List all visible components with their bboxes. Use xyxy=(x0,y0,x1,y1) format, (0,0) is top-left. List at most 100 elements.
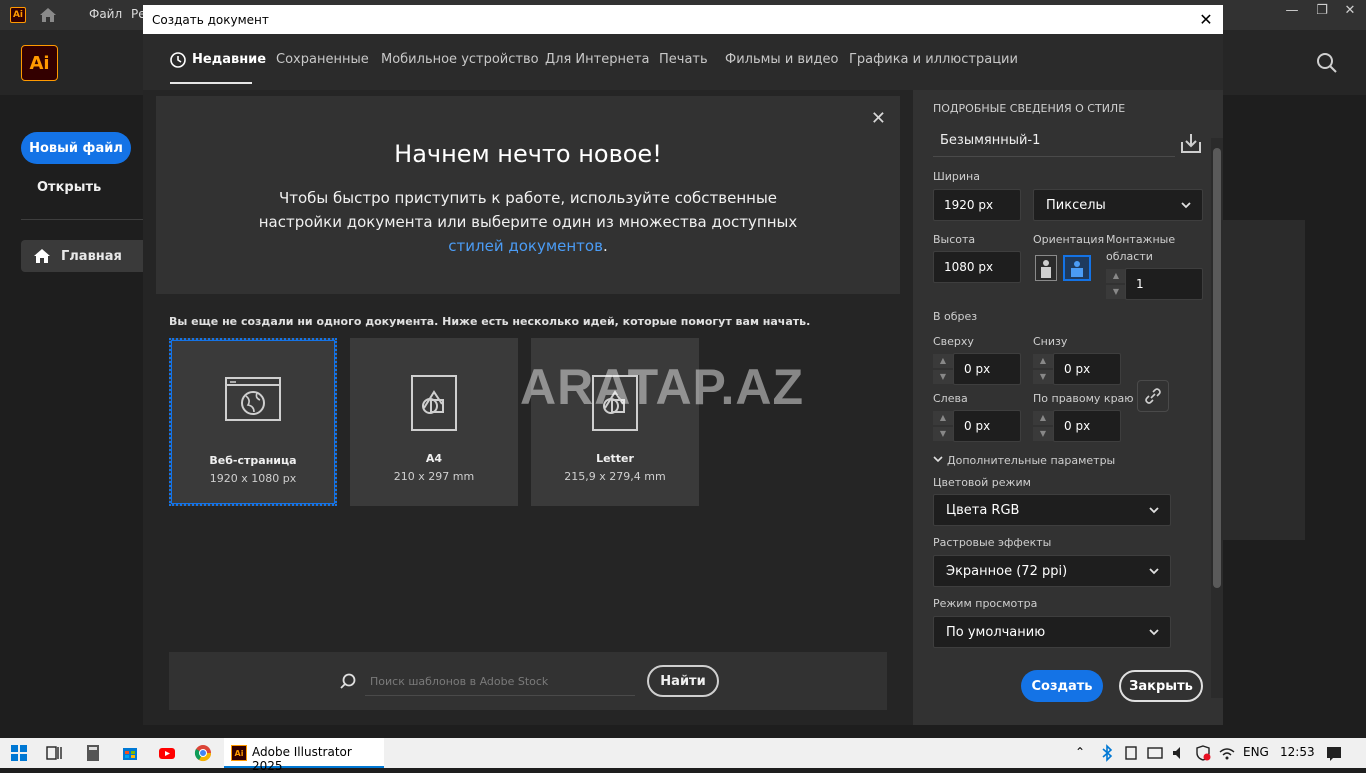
create-button[interactable]: Создать xyxy=(1021,670,1103,702)
task-view-icon[interactable] xyxy=(45,744,63,762)
artboards-input[interactable]: 1 xyxy=(1125,268,1203,300)
bleed-left-input[interactable]: 0 px xyxy=(953,410,1021,442)
artboards-label: области xyxy=(1106,250,1153,263)
chevron-down-icon xyxy=(1181,202,1191,209)
stock-search-input[interactable]: Поиск шаблонов в Adobe Stock xyxy=(365,666,635,696)
tab-art-illustration[interactable]: Графика и иллюстрации xyxy=(849,52,1018,67)
bleed-left-label: Слева xyxy=(933,392,968,405)
open-button[interactable]: Открыть xyxy=(37,180,101,195)
illustrator-logo-small: Ai xyxy=(10,7,26,23)
document-styles-link[interactable]: стилей документов xyxy=(448,237,603,255)
clock[interactable]: 12:53 xyxy=(1280,745,1315,759)
sidebar-item-home[interactable]: Главная xyxy=(21,240,143,272)
chevron-down-icon xyxy=(1149,568,1159,575)
new-file-button[interactable]: Новый файл xyxy=(21,132,131,164)
banner-text: Чтобы быстро приступить к работе, исполь… xyxy=(258,189,798,255)
ideas-text: Вы еще не создали ни одного документа. Н… xyxy=(169,315,811,328)
language-indicator[interactable]: ENG xyxy=(1243,745,1269,759)
artboards-label: Монтажные xyxy=(1106,233,1176,246)
volume-icon[interactable] xyxy=(1170,744,1188,762)
chrome-icon[interactable] xyxy=(194,744,212,762)
stock-search-bar: Поиск шаблонов в Adobe Stock Найти xyxy=(169,652,887,710)
close-banner-icon[interactable]: ✕ xyxy=(871,108,886,129)
color-mode-select[interactable]: Цвета RGB xyxy=(933,494,1171,526)
home-icon[interactable] xyxy=(38,6,58,24)
scrollbar-thumb[interactable] xyxy=(1213,148,1221,588)
dialog-title: Создать документ xyxy=(152,13,269,27)
preview-mode-select[interactable]: По умолчанию xyxy=(933,616,1171,648)
bleed-bottom-input[interactable]: 0 px xyxy=(1053,353,1121,385)
tab-mobile[interactable]: Мобильное устройство xyxy=(381,52,539,67)
bleed-top-label: Сверху xyxy=(933,335,974,348)
preset-name: Веб-страница xyxy=(209,454,297,467)
tab-print[interactable]: Печать xyxy=(659,52,708,67)
landscape-orientation-button[interactable] xyxy=(1063,255,1091,281)
store-icon[interactable] xyxy=(121,744,139,762)
minimize-icon[interactable]: — xyxy=(1280,3,1304,23)
search-icon[interactable] xyxy=(1316,52,1338,74)
active-tab-indicator xyxy=(170,82,252,84)
units-select[interactable]: Пикселы xyxy=(1033,189,1203,221)
width-input[interactable]: 1920 px xyxy=(933,189,1021,221)
sidebar-divider xyxy=(21,219,143,220)
link-bleed-button[interactable] xyxy=(1137,380,1169,412)
usb-icon[interactable] xyxy=(1122,744,1140,762)
security-icon[interactable] xyxy=(1194,744,1212,762)
bleed-right-input[interactable]: 0 px xyxy=(1053,410,1121,442)
restore-icon[interactable]: ❐ xyxy=(1310,3,1334,23)
details-header: ПОДРОБНЫЕ СВЕДЕНИЯ О СТИЛЕ xyxy=(933,102,1126,115)
preset-name: Letter xyxy=(596,452,634,465)
tab-film-video[interactable]: Фильмы и видео xyxy=(725,52,838,67)
windows-taskbar: Ai Adobe Illustrator 2025 ⌃ ENG 12:53 xyxy=(0,738,1366,773)
calculator-icon[interactable] xyxy=(84,744,102,762)
watermark: ARATAP.AZ xyxy=(520,359,804,415)
advanced-options-toggle[interactable]: Дополнительные параметры xyxy=(933,454,1115,467)
bleed-top-stepper[interactable]: ▲ ▼ xyxy=(933,354,953,384)
bleed-right-stepper[interactable]: ▲ ▼ xyxy=(1033,411,1053,441)
web-page-icon xyxy=(225,377,281,421)
tray-chevron-icon[interactable]: ⌃ xyxy=(1075,745,1085,759)
tab-saved[interactable]: Сохраненные xyxy=(276,52,369,67)
wifi-icon[interactable] xyxy=(1218,744,1236,762)
bleed-bottom-label: Снизу xyxy=(1033,335,1068,348)
windows-start-icon[interactable] xyxy=(10,744,28,762)
close-icon[interactable]: ✕ xyxy=(1195,9,1217,31)
search-icon xyxy=(340,673,356,689)
save-preset-icon[interactable] xyxy=(1180,132,1202,154)
preset-name: A4 xyxy=(425,452,443,465)
document-name-input[interactable]: Безымянный-1 xyxy=(933,127,1175,157)
close-button[interactable]: Закрыть xyxy=(1119,670,1203,702)
bleed-bottom-stepper[interactable]: ▲ ▼ xyxy=(1033,354,1053,384)
notifications-icon[interactable] xyxy=(1325,744,1343,762)
input-method-icon[interactable] xyxy=(1146,744,1164,762)
preset-size: 210 x 297 mm xyxy=(393,470,475,483)
welcome-banner: ✕ Начнем нечто новое! Чтобы быстро прист… xyxy=(156,96,900,294)
banner-title: Начнем нечто новое! xyxy=(394,140,662,168)
taskbar-illustrator[interactable]: Ai Adobe Illustrator 2025 xyxy=(224,738,384,773)
bluetooth-icon[interactable] xyxy=(1098,744,1116,762)
portrait-orientation-button[interactable] xyxy=(1035,255,1057,281)
bleed-right-label: По правому краю xyxy=(1033,392,1134,405)
orientation-label: Ориентация xyxy=(1033,233,1105,246)
close-window-icon[interactable]: ✕ xyxy=(1338,3,1362,23)
preset-card-web[interactable]: Веб-страница 1920 x 1080 px xyxy=(169,338,337,506)
new-document-dialog: Создать документ ✕ Недавние Сохраненные … xyxy=(143,5,1223,725)
artboards-stepper[interactable]: ▲ ▼ xyxy=(1106,269,1126,299)
bleed-left-stepper[interactable]: ▲ ▼ xyxy=(933,411,953,441)
youtube-icon[interactable] xyxy=(158,744,176,762)
clock-icon xyxy=(170,52,186,68)
dialog-titlebar: Создать документ ✕ xyxy=(143,5,1223,34)
chevron-down-icon xyxy=(1149,507,1159,514)
tab-recent[interactable]: Недавние xyxy=(192,52,266,67)
sidebar-item-label: Главная xyxy=(61,248,122,264)
color-mode-label: Цветовой режим xyxy=(933,476,1031,489)
preset-tabs: Недавние Сохраненные Мобильное устройств… xyxy=(143,34,1223,90)
bleed-top-input[interactable]: 0 px xyxy=(953,353,1021,385)
height-input[interactable]: 1080 px xyxy=(933,251,1021,283)
preset-card-a4[interactable]: A4 210 x 297 mm xyxy=(350,338,518,506)
menu-file[interactable]: Файл xyxy=(89,7,122,21)
print-page-icon xyxy=(411,375,457,431)
find-button[interactable]: Найти xyxy=(647,665,719,697)
tab-web[interactable]: Для Интернета xyxy=(545,52,650,67)
raster-effects-select[interactable]: Экранное (72 ppi) xyxy=(933,555,1171,587)
